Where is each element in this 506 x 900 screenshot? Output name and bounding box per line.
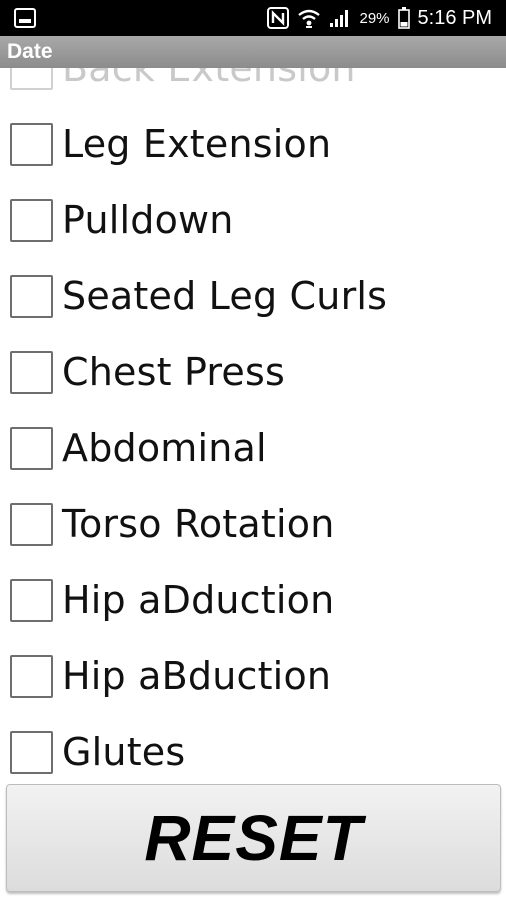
exercise-label: Seated Leg Curls: [62, 274, 388, 318]
exercise-label: Glutes: [62, 730, 186, 774]
exercise-list[interactable]: Back Extension Leg Extension Pulldown Se…: [0, 68, 506, 780]
exercise-label: Chest Press: [62, 350, 285, 394]
battery-icon: [397, 7, 410, 29]
checkbox[interactable]: [10, 198, 53, 242]
page-title: Date: [0, 36, 506, 68]
exercise-label: Hip aDduction: [62, 578, 335, 622]
checkbox[interactable]: [10, 654, 53, 698]
exercise-label: Pulldown: [62, 198, 234, 242]
checkbox[interactable]: [10, 274, 53, 318]
exercise-label: Leg Extension: [62, 122, 332, 166]
exercise-row-glutes[interactable]: Glutes: [0, 714, 506, 780]
status-bar: 29% 5:16 PM: [0, 0, 506, 36]
exercise-label: Hip aBduction: [62, 654, 332, 698]
exercise-row-leg-extension[interactable]: Leg Extension: [0, 106, 506, 182]
exercise-row-seated-leg-curls[interactable]: Seated Leg Curls: [0, 258, 506, 334]
exercise-label: Torso Rotation: [62, 502, 335, 546]
exercise-row-chest-press[interactable]: Chest Press: [0, 334, 506, 410]
checkbox[interactable]: [10, 122, 53, 166]
checkbox[interactable]: [10, 68, 53, 90]
exercise-row-abdominal[interactable]: Abdominal: [0, 410, 506, 486]
checkbox[interactable]: [10, 730, 53, 774]
wifi-icon: [297, 7, 321, 29]
checkbox[interactable]: [10, 502, 53, 546]
exercise-row-hip-abduction[interactable]: Hip aBduction: [0, 638, 506, 714]
nfc-icon: [267, 7, 290, 29]
clock: 5:16 PM: [417, 6, 492, 29]
battery-percent: 29%: [359, 9, 390, 27]
signal-icon: [329, 8, 351, 28]
checkbox[interactable]: [10, 578, 53, 622]
reset-button[interactable]: RESET: [6, 784, 501, 892]
gallery-icon: [14, 8, 36, 28]
exercise-row-hip-adduction[interactable]: Hip aDduction: [0, 562, 506, 638]
checkbox[interactable]: [10, 350, 53, 394]
exercise-label: Back Extension: [62, 68, 356, 90]
exercise-row-torso-rotation[interactable]: Torso Rotation: [0, 486, 506, 562]
exercise-label: Abdominal: [62, 426, 267, 470]
exercise-row-back-extension[interactable]: Back Extension: [0, 68, 506, 106]
exercise-row-pulldown[interactable]: Pulldown: [0, 182, 506, 258]
checkbox[interactable]: [10, 426, 53, 470]
